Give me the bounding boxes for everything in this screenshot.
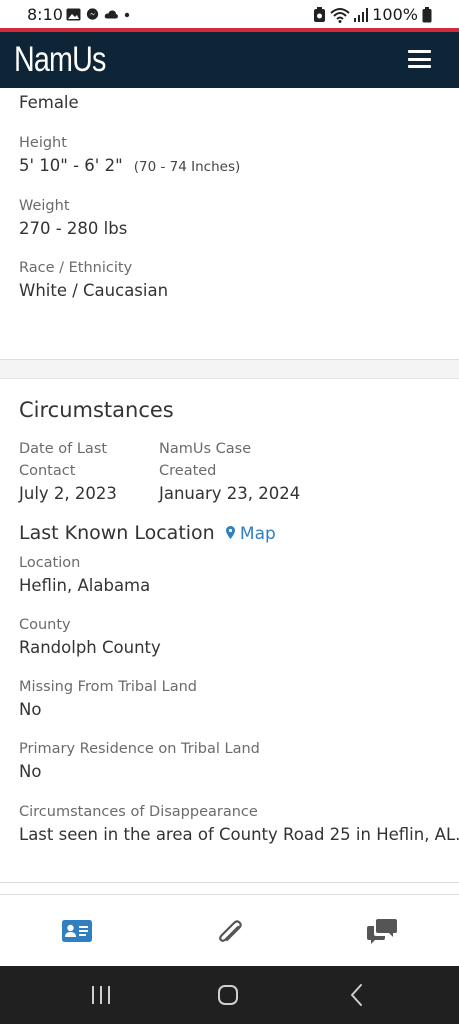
status-time: 8:10 — [27, 5, 63, 24]
home-button[interactable] — [214, 982, 244, 1008]
namus-logo[interactable]: NamUs — [14, 40, 106, 80]
bottom-tab-bar — [0, 894, 459, 966]
id-card-icon — [62, 920, 92, 942]
tribal-land-label: Missing From Tribal Land — [19, 679, 198, 695]
recent-apps-icon — [92, 986, 110, 1004]
height-row: 5' 10" - 6' 2" (70 - 74 Inches) — [19, 156, 240, 175]
back-button[interactable] — [343, 982, 373, 1008]
case-created-label-2: Created — [159, 463, 217, 479]
map-link[interactable]: Map — [225, 524, 276, 544]
cloud-icon — [104, 10, 118, 19]
tribal-land-value: No — [19, 700, 42, 719]
last-known-location-title: Last Known Location — [19, 522, 215, 544]
race-value: White / Caucasian — [19, 281, 169, 300]
hamburger-menu-icon[interactable] — [408, 50, 431, 68]
battery-saver-icon — [314, 6, 326, 22]
height-inches: (70 - 74 Inches) — [133, 159, 241, 175]
disappearance-value: Last seen in the area of County Road 25 … — [19, 825, 459, 844]
county-label: County — [19, 617, 71, 633]
tab-comments[interactable] — [362, 915, 402, 947]
date-last-contact-value: July 2, 2023 — [19, 484, 117, 503]
signal-icon — [354, 7, 369, 22]
tab-attachments[interactable] — [210, 915, 250, 947]
system-nav-bar — [0, 966, 459, 1024]
gallery-icon — [66, 8, 81, 21]
home-icon — [218, 985, 238, 1005]
messenger-icon — [86, 8, 99, 20]
circumstances-title: Circumstances — [19, 398, 174, 422]
date-last-contact-label-2: Contact — [19, 463, 76, 479]
dot-icon — [124, 12, 130, 18]
bottom-divider — [0, 882, 459, 883]
tab-case-info[interactable] — [57, 915, 97, 947]
notification-icons — [66, 8, 138, 21]
recent-apps-button[interactable] — [86, 982, 116, 1008]
map-link-label[interactable]: Map — [240, 524, 276, 544]
paperclip-icon — [219, 920, 242, 942]
status-right: 100% — [313, 5, 432, 24]
county-value: Randolph County — [19, 638, 161, 657]
wifi-icon — [330, 7, 350, 23]
section-divider — [0, 359, 459, 379]
weight-label: Weight — [19, 198, 70, 214]
chat-bubbles-icon — [367, 919, 397, 944]
case-details: Female Height 5' 10" - 6' 2" (70 - 74 In… — [0, 88, 459, 894]
battery-percent: 100% — [372, 5, 418, 24]
race-label: Race / Ethnicity — [19, 260, 133, 276]
disappearance-label: Circumstances of Disappearance — [19, 804, 258, 820]
map-marker-icon — [225, 526, 235, 539]
date-last-contact-label-1: Date of Last — [19, 441, 108, 457]
case-created-label-1: NamUs Case — [159, 441, 252, 457]
location-label: Location — [19, 555, 81, 571]
back-icon — [351, 984, 362, 1006]
weight-value: 270 - 280 lbs — [19, 219, 128, 238]
residence-label: Primary Residence on Tribal Land — [19, 741, 260, 757]
residence-value: No — [19, 762, 42, 781]
last-known-location-header: Last Known Location Map — [19, 522, 276, 544]
height-value: 5' 10" - 6' 2" — [19, 156, 123, 175]
location-value: Heflin, Alabama — [19, 576, 151, 595]
case-created-value: January 23, 2024 — [159, 484, 301, 503]
status-bar: 8:10 100% — [0, 0, 459, 29]
height-label: Height — [19, 135, 67, 151]
app-header: NamUs — [0, 32, 459, 88]
battery-icon — [422, 6, 432, 22]
sex-value: Female — [19, 93, 79, 112]
